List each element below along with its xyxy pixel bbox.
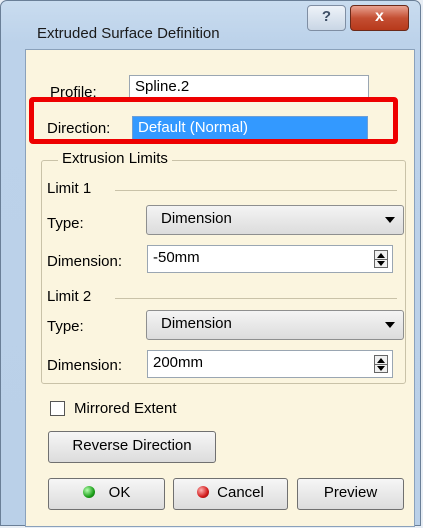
limit2-type-value: Dimension [161,315,232,332]
limit2-dimension-label: Dimension: [47,357,123,374]
limit1-spinner-icon[interactable] [374,250,388,268]
reverse-direction-button[interactable]: Reverse Direction [48,431,216,463]
window-title: Extruded Surface Definition [37,25,220,42]
limit1-type-label: Type: [47,215,84,232]
ok-label: OK [108,484,131,501]
limit2-spinner-icon[interactable] [374,355,388,373]
limit1-dimension-value: -50mm [153,249,200,266]
cancel-button[interactable]: Cancel [173,478,288,510]
cancel-label: Cancel [217,484,264,501]
mirrored-extent-checkbox[interactable] [50,401,65,416]
limit1-type-dropdown[interactable]: Dimension [146,205,404,235]
preview-button[interactable]: Preview [297,478,404,510]
limit2-type-dropdown[interactable]: Dimension [146,310,404,340]
close-button[interactable]: x [350,5,409,31]
title-bar[interactable]: Extruded Surface Definition ? x [1,1,420,45]
limit1-separator [115,190,397,191]
red-highlight-box [29,97,398,144]
limit1-dimension-field[interactable]: -50mm [147,245,393,273]
limit1-type-value: Dimension [161,210,232,227]
limit1-dimension-label: Dimension: [47,253,123,270]
limit2-separator [115,298,397,299]
limit1-title: Limit 1 [47,180,92,197]
mirrored-extent-label: Mirrored Extent [74,400,177,417]
ok-status-icon [82,486,95,498]
limit2-dimension-value: 200mm [153,354,204,371]
cancel-status-icon [197,486,210,498]
ok-button[interactable]: OK [48,478,165,510]
limit2-title: Limit 2 [47,288,92,305]
chevron-down-icon [385,322,395,328]
help-button[interactable]: ? [307,5,346,31]
limit2-dimension-field[interactable]: 200mm [147,350,393,378]
extrusion-limits-title: Extrusion Limits [58,150,172,167]
limit2-type-label: Type: [47,318,84,335]
chevron-down-icon [385,217,395,223]
